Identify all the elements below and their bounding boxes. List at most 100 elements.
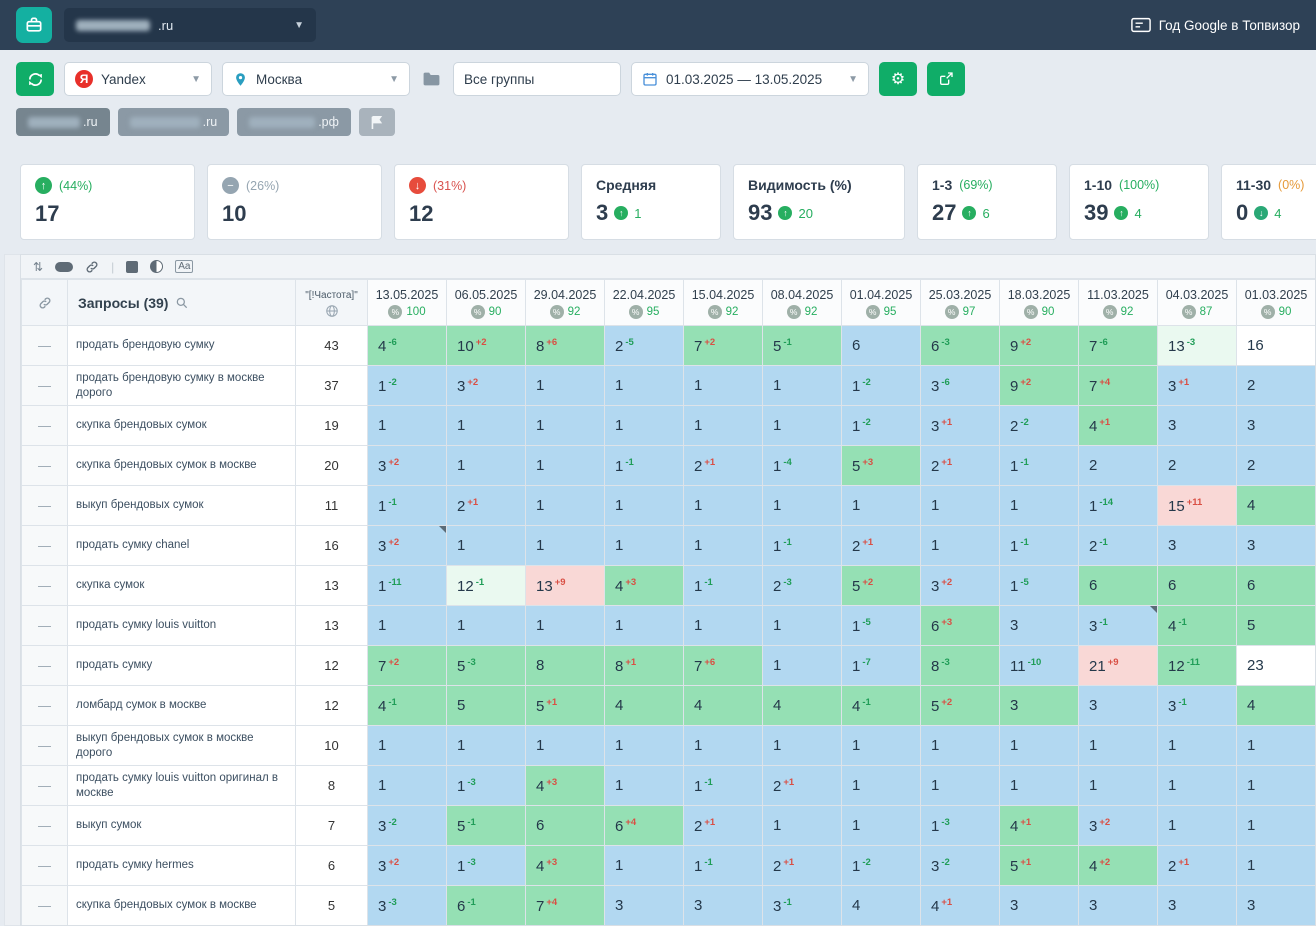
card-average-position[interactable]: Средняя 3 ↑ 1 (581, 164, 721, 240)
position-cell[interactable]: 2 (1157, 445, 1237, 486)
position-cell[interactable]: 3 -2 (367, 805, 447, 846)
position-cell[interactable]: 1 (367, 725, 447, 766)
position-cell[interactable]: 1 -7 (841, 645, 921, 686)
position-cell[interactable]: 1 (762, 405, 842, 446)
position-cell[interactable]: 3 +2 (367, 525, 447, 566)
position-cell[interactable]: 3 (1157, 405, 1237, 446)
position-cell[interactable]: 5 (446, 685, 526, 726)
position-cell[interactable]: 6 +3 (920, 605, 1000, 646)
position-cell[interactable]: 1 -14 (1078, 485, 1158, 526)
row-handle[interactable]: — (21, 525, 68, 566)
position-cell[interactable]: 1 (604, 405, 684, 446)
query-cell[interactable]: продать брендовую сумку в москве дорого (67, 365, 296, 406)
date-column-header[interactable]: 13.05.2025% 100 (367, 279, 447, 326)
position-cell[interactable]: 5 +2 (920, 685, 1000, 726)
card-declined[interactable]: ↓ (31%) 12 (394, 164, 569, 240)
position-cell[interactable]: 1 -5 (841, 605, 921, 646)
position-cell[interactable]: 11 -10 (999, 645, 1079, 686)
position-cell[interactable]: 3 -1 (1078, 605, 1158, 646)
position-cell[interactable]: 1 -1 (999, 525, 1079, 566)
sort-icon[interactable]: ⇅ (33, 260, 43, 274)
position-cell[interactable]: 6 -3 (920, 325, 1000, 366)
card-improved[interactable]: ↑ (44%) 17 (20, 164, 195, 240)
refresh-button[interactable] (16, 62, 54, 96)
position-cell[interactable]: 1 (683, 605, 763, 646)
card-unchanged[interactable]: − (26%) 10 (207, 164, 382, 240)
position-cell[interactable]: 1 (762, 805, 842, 846)
position-cell[interactable]: 1 (604, 365, 684, 406)
row-handle[interactable]: — (21, 805, 68, 846)
position-cell[interactable]: 13 -3 (1157, 325, 1237, 366)
position-cell[interactable]: 4 +3 (604, 565, 684, 606)
position-cell[interactable]: 2 +1 (683, 805, 763, 846)
position-cell[interactable]: 1 -4 (762, 445, 842, 486)
position-cell[interactable]: 12 -1 (446, 565, 526, 606)
position-cell[interactable]: 1 (683, 525, 763, 566)
position-cell[interactable]: 2 +1 (446, 485, 526, 526)
position-cell[interactable]: 1 (841, 805, 921, 846)
position-cell[interactable]: 1 (604, 485, 684, 526)
text-case-icon[interactable]: Aa (175, 260, 194, 273)
row-handle[interactable]: — (21, 725, 68, 766)
position-cell[interactable]: 1 (1236, 845, 1315, 886)
position-cell[interactable]: 1 -2 (367, 365, 447, 406)
position-cell[interactable]: 2 -2 (999, 405, 1079, 446)
position-cell[interactable]: 1 (762, 365, 842, 406)
add-competitor-button[interactable] (358, 108, 395, 136)
position-cell[interactable]: 1 (604, 525, 684, 566)
query-cell[interactable]: скупка брендовых сумок в москве (67, 445, 296, 486)
position-cell[interactable]: 2 (1236, 445, 1315, 486)
position-cell[interactable]: 8 (525, 645, 605, 686)
position-cell[interactable]: 9 +2 (999, 325, 1079, 366)
position-cell[interactable]: 2 (1236, 365, 1315, 406)
app-logo[interactable] (16, 7, 52, 43)
position-cell[interactable]: 1 (999, 765, 1079, 806)
query-cell[interactable]: продать сумку (67, 645, 296, 686)
position-cell[interactable]: 1 (1078, 725, 1158, 766)
position-cell[interactable]: 5 (1236, 605, 1315, 646)
search-engine-select[interactable]: Я Yandex ▼ (64, 62, 212, 96)
position-cell[interactable]: 3 -6 (920, 365, 1000, 406)
position-cell[interactable]: 6 (1157, 565, 1237, 606)
position-cell[interactable]: 3 (1078, 685, 1158, 726)
position-cell[interactable]: 13 +9 (525, 565, 605, 606)
position-cell[interactable]: 5 -1 (446, 805, 526, 846)
position-cell[interactable]: 4 (683, 685, 763, 726)
position-cell[interactable]: 1 -11 (367, 565, 447, 606)
position-cell[interactable]: 1 (525, 365, 605, 406)
position-cell[interactable]: 1 (762, 645, 842, 686)
project-selector[interactable]: .ru ▼ (64, 8, 316, 42)
position-cell[interactable]: 1 (1078, 765, 1158, 806)
position-cell[interactable]: 1 (525, 405, 605, 446)
position-cell[interactable]: 8 -3 (920, 645, 1000, 686)
position-cell[interactable]: 3 +2 (367, 445, 447, 486)
position-cell[interactable]: 1 (525, 725, 605, 766)
position-cell[interactable]: 1 (367, 405, 447, 446)
position-cell[interactable]: 1 (1236, 805, 1315, 846)
position-cell[interactable]: 5 +2 (841, 565, 921, 606)
position-cell[interactable]: 6 (1078, 565, 1158, 606)
position-cell[interactable]: 7 +6 (683, 645, 763, 686)
card-top10[interactable]: 1-10 (100%) 39 ↑ 4 (1069, 164, 1209, 240)
position-cell[interactable]: 1 (604, 845, 684, 886)
card-top30[interactable]: 11-30 (0%) 0 ↓ 4 (1221, 164, 1316, 240)
snapshot-icon[interactable] (126, 260, 139, 273)
position-cell[interactable]: 1 (367, 605, 447, 646)
row-handle[interactable]: — (21, 485, 68, 526)
position-cell[interactable]: 6 +4 (604, 805, 684, 846)
position-cell[interactable]: 4 +1 (999, 805, 1079, 846)
position-cell[interactable]: 2 +1 (683, 445, 763, 486)
position-cell[interactable]: 7 -6 (1078, 325, 1158, 366)
position-cell[interactable]: 1 -1 (999, 445, 1079, 486)
position-cell[interactable]: 1 -5 (999, 565, 1079, 606)
position-cell[interactable]: 5 +3 (841, 445, 921, 486)
date-column-header[interactable]: 29.04.2025% 92 (525, 279, 605, 326)
position-cell[interactable]: 1 (683, 725, 763, 766)
competitor-chip[interactable]: .ru (16, 108, 110, 136)
region-select[interactable]: Москва ▼ (222, 62, 410, 96)
position-cell[interactable]: 1 (604, 725, 684, 766)
position-cell[interactable]: 8 +6 (525, 325, 605, 366)
position-cell[interactable]: 1 (1157, 725, 1237, 766)
row-handle[interactable]: — (21, 365, 68, 406)
position-cell[interactable]: 1 (1157, 805, 1237, 846)
